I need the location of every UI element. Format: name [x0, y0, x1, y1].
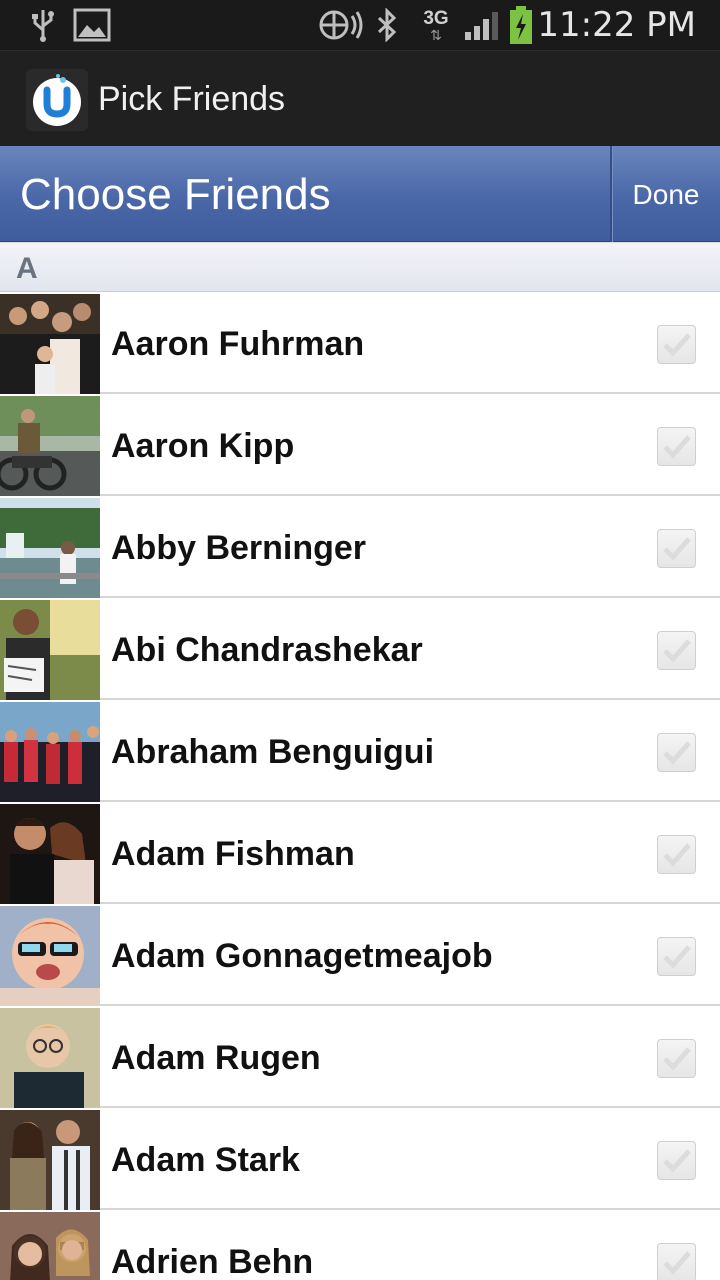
section-header: A: [0, 242, 720, 292]
list-item[interactable]: Adam Gonnagetmeajob: [0, 904, 720, 1006]
avatar: [0, 396, 100, 496]
friend-checkbox[interactable]: [657, 1141, 696, 1180]
avatar: [0, 1110, 100, 1210]
list-item[interactable]: Abi Chandrashekar: [0, 598, 720, 700]
avatar: [0, 294, 100, 394]
friend-checkbox[interactable]: [657, 631, 696, 670]
friend-checkbox[interactable]: [657, 835, 696, 874]
avatar: [0, 804, 100, 904]
friend-name: Abraham Benguigui: [111, 733, 435, 771]
avatar: [0, 1008, 100, 1108]
signal-icon: [462, 0, 502, 50]
picker-header: Choose Friends Done: [0, 146, 720, 242]
friend-name: Adrien Behn: [111, 1243, 314, 1280]
friend-checkbox[interactable]: [657, 1039, 696, 1078]
avatar: [0, 600, 100, 700]
friend-checkbox[interactable]: [657, 1243, 696, 1280]
section-letter: A: [16, 252, 38, 285]
friend-checkbox[interactable]: [657, 427, 696, 466]
friend-checkbox[interactable]: [657, 937, 696, 976]
app-logo-u-icon[interactable]: [26, 69, 88, 131]
bluetooth-icon: [374, 0, 400, 50]
friend-list[interactable]: Aaron Fuhrman Aaron Kipp Abby Berninger …: [0, 292, 720, 1280]
list-item[interactable]: Aaron Kipp: [0, 394, 720, 496]
friend-checkbox[interactable]: [657, 733, 696, 772]
avatar: [0, 702, 100, 802]
status-bar: 3G ⇅ 11:22 PM: [0, 0, 720, 50]
friend-name: Aaron Kipp: [111, 427, 295, 465]
picker-title: Choose Friends: [20, 170, 331, 219]
avatar: [0, 498, 100, 598]
list-item[interactable]: Adam Fishman: [0, 802, 720, 904]
usb-icon: [28, 0, 58, 50]
list-item[interactable]: Adrien Behn: [0, 1210, 720, 1280]
done-button[interactable]: Done: [610, 146, 720, 242]
list-item[interactable]: Abby Berninger: [0, 496, 720, 598]
friend-name: Aaron Fuhrman: [111, 325, 365, 363]
friend-name: Abby Berninger: [111, 529, 367, 567]
avatar: [0, 1212, 100, 1280]
list-item[interactable]: Abraham Benguigui: [0, 700, 720, 802]
friend-name: Abi Chandrashekar: [111, 631, 423, 669]
avatar: [0, 906, 100, 1006]
network-type-label: 3G: [423, 7, 449, 29]
list-item[interactable]: Adam Stark: [0, 1108, 720, 1210]
friend-name: Adam Stark: [111, 1141, 300, 1179]
list-item[interactable]: Aaron Fuhrman: [0, 292, 720, 394]
friend-checkbox[interactable]: [657, 529, 696, 568]
list-item[interactable]: Adam Rugen: [0, 1006, 720, 1108]
clock: 11:22 PM: [537, 5, 696, 45]
friend-name: Adam Gonnagetmeajob: [111, 937, 493, 975]
friend-name: Adam Rugen: [111, 1039, 321, 1077]
image-icon: [72, 0, 112, 50]
friend-checkbox[interactable]: [657, 325, 696, 364]
app-action-bar: Pick Friends: [0, 50, 720, 146]
app-title: Pick Friends: [98, 80, 286, 118]
friend-name: Adam Fishman: [111, 835, 355, 873]
nfc-icon: [316, 0, 366, 50]
battery-charging-icon: [506, 0, 536, 50]
3g-icon: 3G ⇅: [423, 7, 449, 43]
